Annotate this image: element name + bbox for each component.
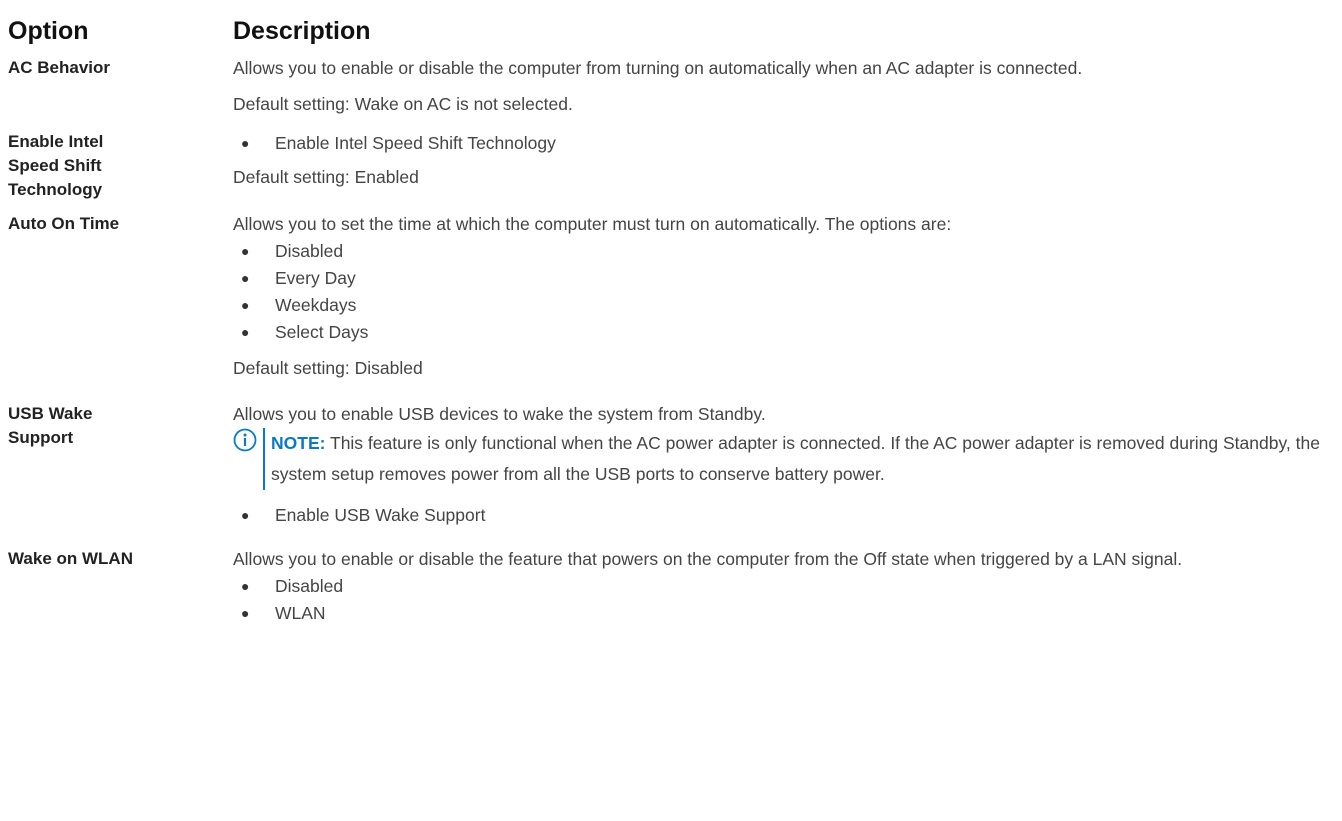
row-wake-on-wlan: Wake on WLAN Allows you to enable or dis… [8, 547, 1332, 627]
description-usb-wake: Allows you to enable USB devices to wake… [233, 402, 1332, 529]
list-item: Weekdays [233, 292, 1332, 319]
default-setting: Default setting: Enabled [233, 167, 419, 187]
list-item: WLAN [233, 600, 1332, 627]
label-line: Support [8, 428, 74, 447]
row-speed-shift: Enable Intel Speed Shift Technology Enab… [8, 130, 1332, 202]
default-setting: Default setting: Wake on AC is not selec… [233, 94, 573, 114]
header-option: Option [8, 17, 89, 45]
note-box: NOTE: This feature is only functional wh… [233, 428, 1332, 490]
note-label: NOTE: [271, 433, 326, 453]
table-header: Option Description [8, 0, 1332, 46]
row-auto-on-time: Auto On Time Allows you to set the time … [8, 212, 1332, 380]
option-list: Enable Intel Speed Shift Technology [233, 130, 1332, 157]
option-label-usb-wake: USB Wake Support [8, 402, 233, 529]
option-list: Enable USB Wake Support [233, 502, 1332, 529]
note-body: NOTE: This feature is only functional wh… [263, 428, 1332, 490]
description-text: Allows you to set the time at which the … [233, 214, 952, 234]
list-item: Disabled [233, 238, 1332, 265]
list-item: Select Days [233, 319, 1332, 346]
row-usb-wake-support: USB Wake Support Allows you to enable US… [8, 402, 1332, 529]
option-list: Disabled Every Day Weekdays Select Days [233, 238, 1332, 346]
list-item: Enable Intel Speed Shift Technology [233, 130, 1332, 157]
description-text: Allows you to enable or disable the comp… [233, 58, 1083, 78]
label-line: Speed Shift [8, 156, 102, 175]
description-text: Allows you to enable USB devices to wake… [233, 404, 766, 424]
label-line: Technology [8, 180, 103, 199]
description-ac-behavior: Allows you to enable or disable the comp… [233, 56, 1332, 116]
description-speed-shift: Enable Intel Speed Shift Technology Defa… [233, 130, 1332, 202]
info-icon-graphic [233, 428, 257, 452]
description-auto-on-time: Allows you to set the time at which the … [233, 212, 1332, 380]
option-label-ac-behavior: AC Behavior [8, 58, 111, 77]
option-label-auto-on-time: Auto On Time [8, 214, 120, 233]
option-label-wake-on-wlan: Wake on WLAN [8, 549, 133, 568]
default-setting: Default setting: Disabled [233, 358, 423, 378]
header-description: Description [233, 17, 371, 45]
row-ac-behavior: AC Behavior Allows you to enable or disa… [8, 56, 1332, 116]
option-label-speed-shift: Enable Intel Speed Shift Technology [8, 130, 233, 202]
info-icon [233, 428, 263, 452]
description-wake-on-wlan: Allows you to enable or disable the feat… [233, 547, 1332, 627]
list-item: Enable USB Wake Support [233, 502, 1332, 529]
document-page: Option Description AC Behavior Allows yo… [0, 0, 1342, 821]
description-text: Allows you to enable or disable the feat… [233, 549, 1183, 569]
label-line: Enable Intel [8, 132, 104, 151]
list-item: Disabled [233, 573, 1332, 600]
note-text: This feature is only functional when the… [271, 433, 1320, 484]
list-item: Every Day [233, 265, 1332, 292]
option-list: Disabled WLAN [233, 573, 1332, 627]
label-line: USB Wake [8, 404, 93, 423]
